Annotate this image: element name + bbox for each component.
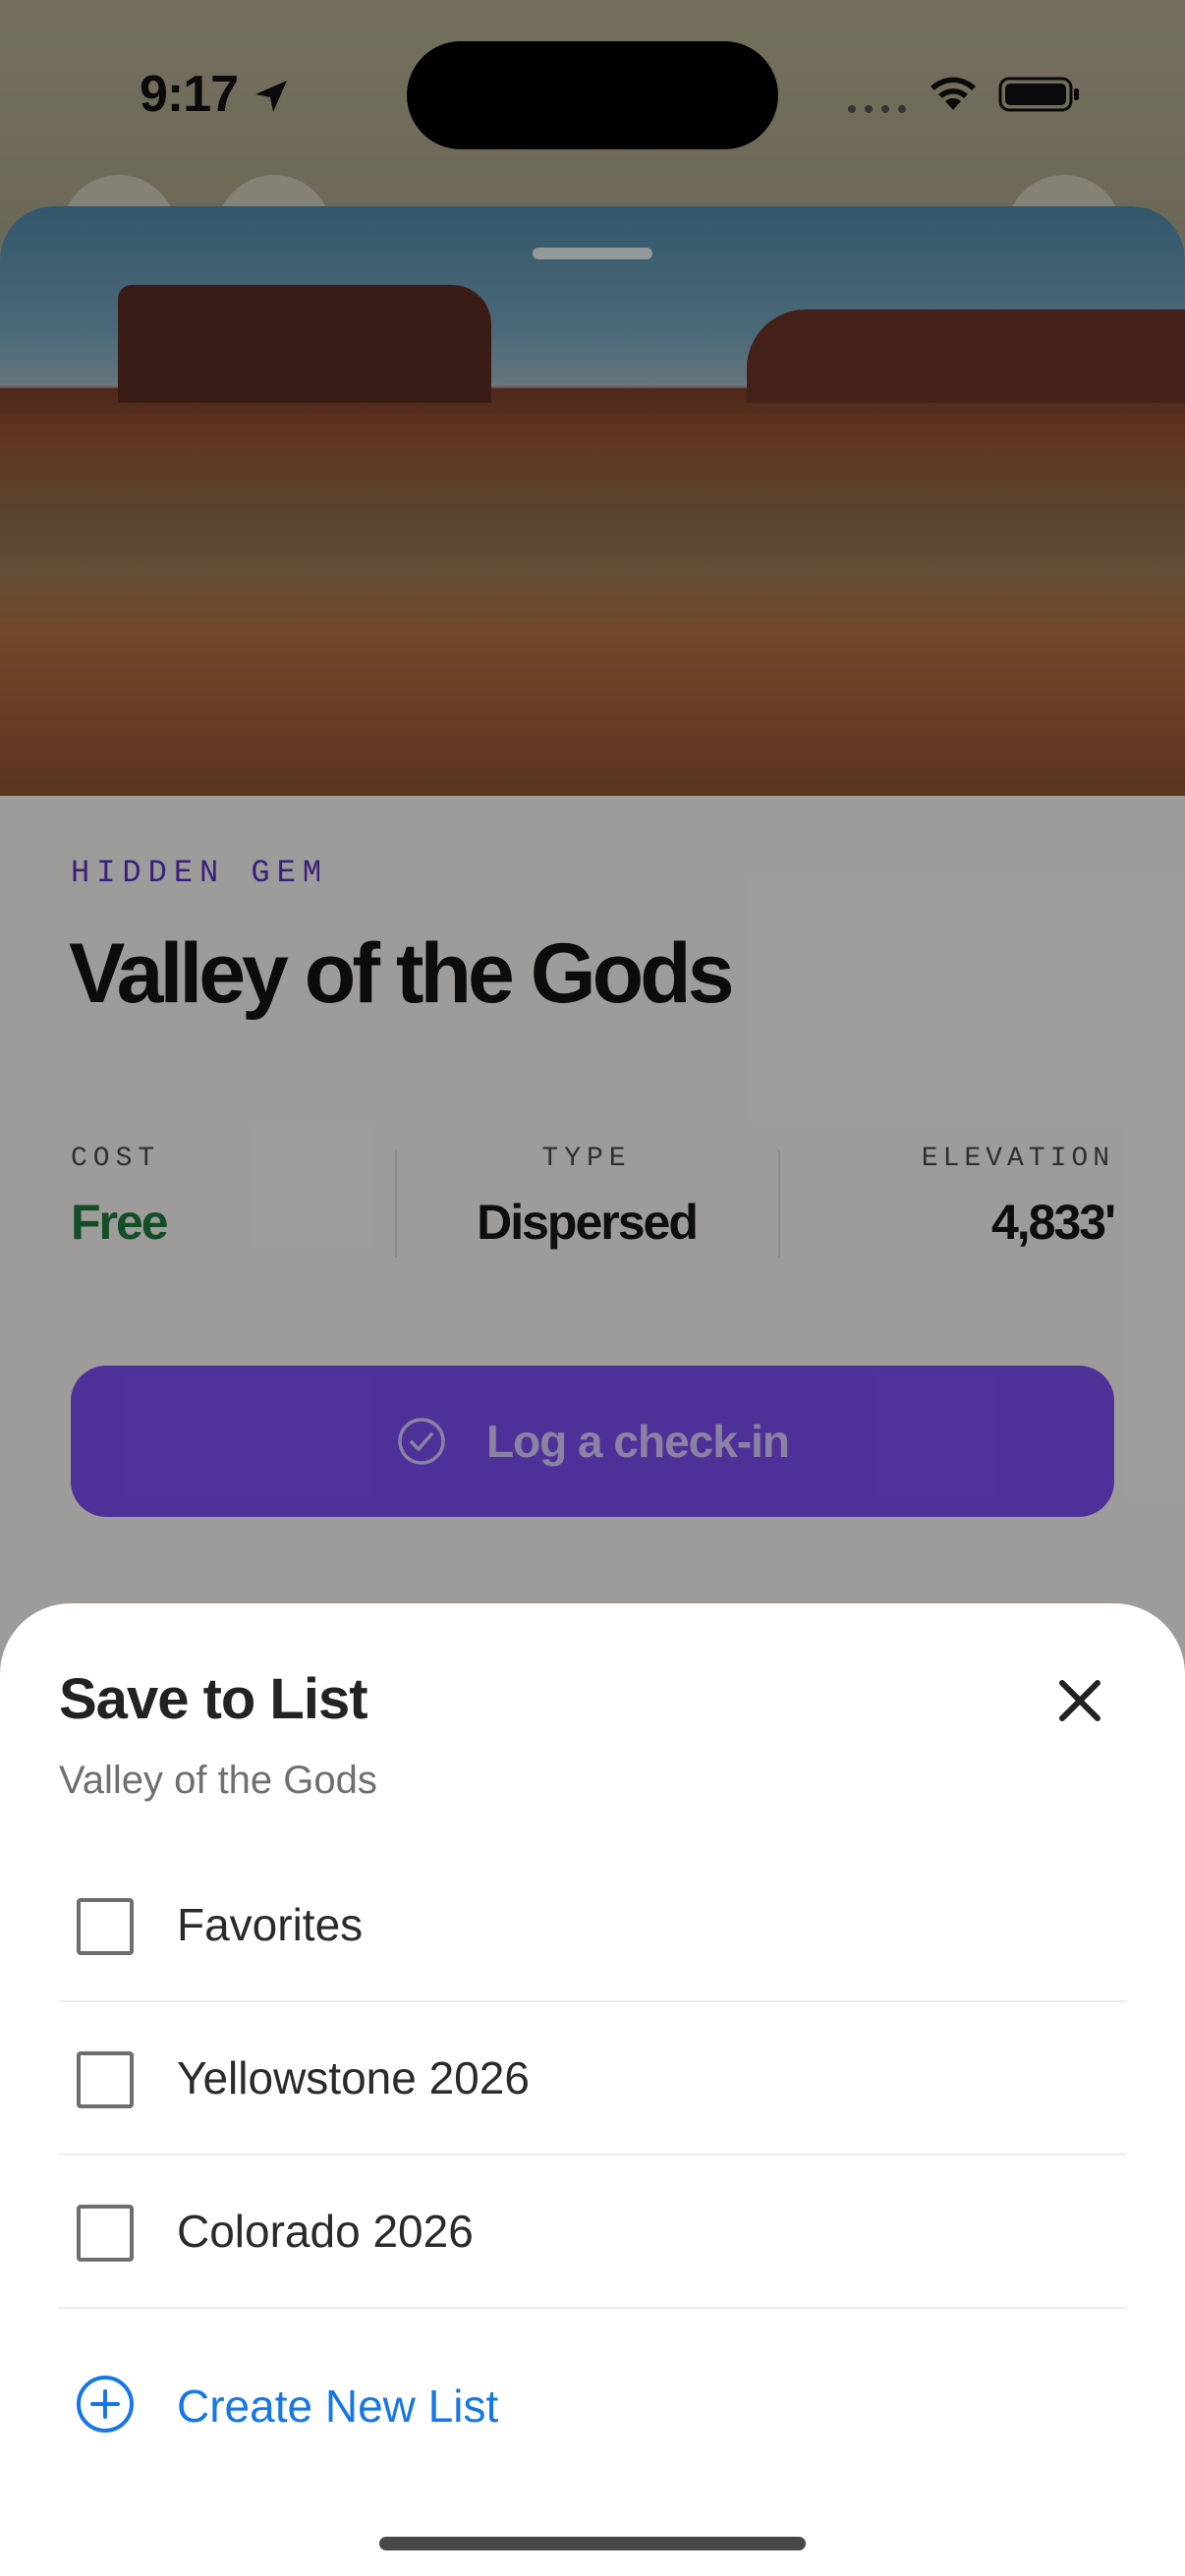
list-item-colorado-2026[interactable]: Colorado 2026 <box>59 2156 1126 2309</box>
sheet-subtitle: Valley of the Gods <box>59 1759 377 1802</box>
save-to-list-sheet: Save to List Valley of the Gods Favorite… <box>0 1603 1185 2576</box>
checkbox[interactable] <box>77 2051 134 2108</box>
checkbox[interactable] <box>77 1898 134 1955</box>
create-new-list-label: Create New List <box>177 2380 499 2432</box>
list-item-label: Colorado 2026 <box>177 2206 474 2257</box>
sheet-title: Save to List <box>59 1667 368 1731</box>
create-new-list-button[interactable]: Create New List <box>59 2334 1126 2472</box>
checkbox[interactable] <box>77 2205 134 2262</box>
home-indicator[interactable] <box>379 2537 806 2550</box>
list-item-favorites[interactable]: Favorites <box>59 1849 1126 2002</box>
list-item-yellowstone-2026[interactable]: Yellowstone 2026 <box>59 2002 1126 2156</box>
list-item-label: Yellowstone 2026 <box>177 2052 530 2103</box>
list-item-label: Favorites <box>177 1899 364 1950</box>
close-icon[interactable] <box>1047 1668 1112 1733</box>
plus-circle-icon <box>77 2376 134 2433</box>
